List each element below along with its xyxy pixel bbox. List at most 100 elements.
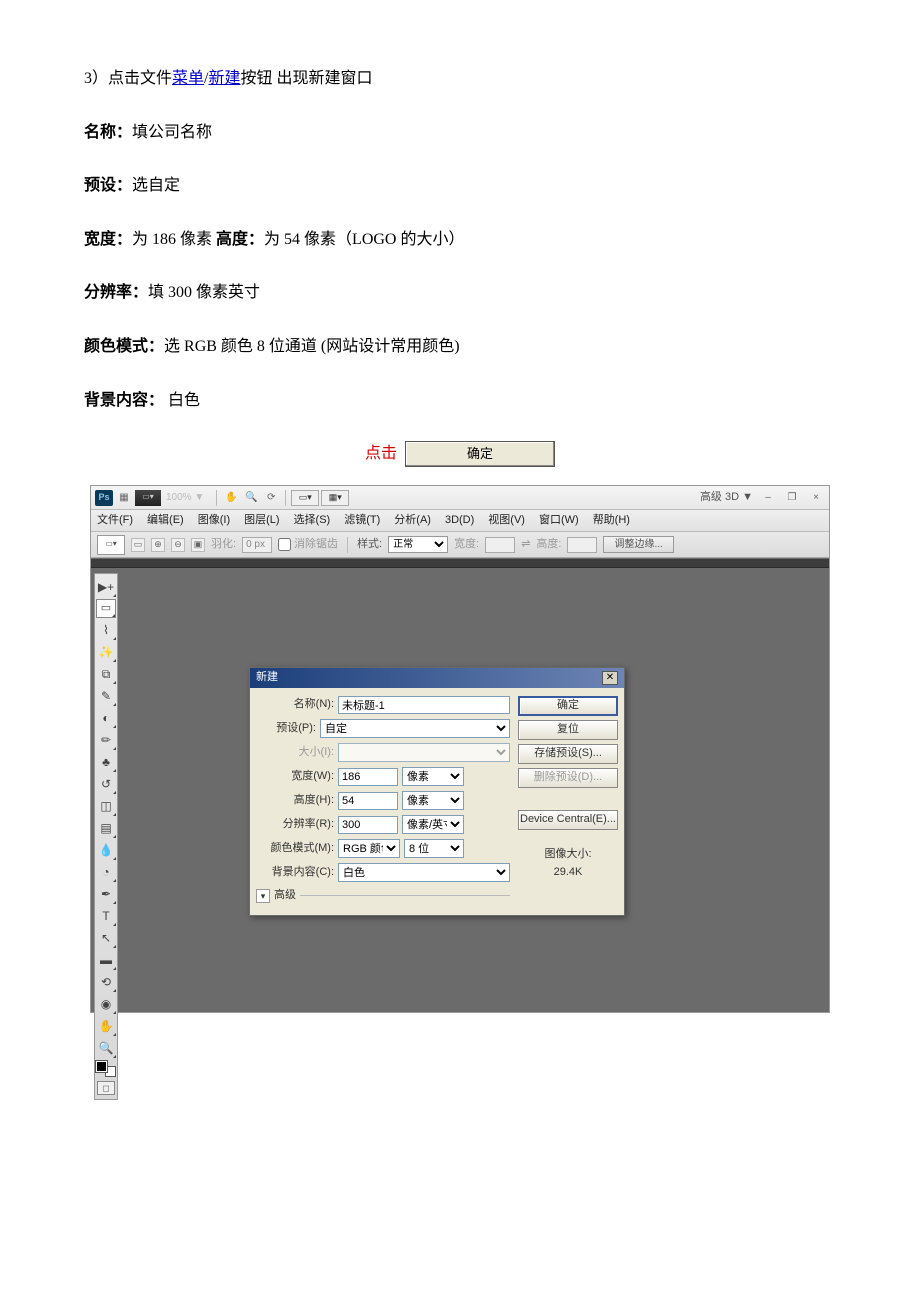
dlg-res-input[interactable] <box>338 816 398 834</box>
dialog-title-text: 新建 <box>256 669 278 687</box>
dlg-height-input[interactable] <box>338 792 398 810</box>
restore-icon[interactable]: ❐ <box>783 490 801 506</box>
move-tool-icon[interactable]: ▶+ <box>96 577 116 597</box>
menu-3d[interactable]: 3D(D) <box>445 512 474 530</box>
eyedropper-tool-icon[interactable]: ✎ <box>96 686 116 706</box>
menu-bar: 文件(F) 编辑(E) 图像(I) 图层(L) 选择(S) 滤镜(T) 分析(A… <box>91 510 829 532</box>
opt-height-input[interactable] <box>567 537 597 553</box>
close-icon[interactable]: × <box>807 490 825 506</box>
name-line: 名称：填公司名称 <box>84 120 836 146</box>
subtract-selection-icon[interactable]: ⊖ <box>171 538 185 552</box>
tool-preset-picker[interactable]: ▭▾ <box>97 535 125 555</box>
style-label: 样式: <box>357 536 382 554</box>
dlg-ok-button[interactable]: 确定 <box>518 696 618 716</box>
click-text: 点击 <box>365 441 397 467</box>
advanced-toggle[interactable]: ▾ <box>256 889 270 903</box>
type-tool-icon[interactable]: T <box>96 906 116 926</box>
screen-mode2-dropdown[interactable]: ▦▾ <box>321 490 349 506</box>
opt-height-label: 高度: <box>536 536 561 554</box>
dodge-tool-icon[interactable]: ◔ <box>96 862 116 882</box>
menu-help[interactable]: 帮助(H) <box>593 512 630 530</box>
divider <box>285 490 286 506</box>
screen-mode-dropdown[interactable]: ▭▾ <box>291 490 319 506</box>
eraser-tool-icon[interactable]: ◫ <box>96 796 116 816</box>
menu-edit[interactable]: 编辑(E) <box>147 512 184 530</box>
menu-link[interactable]: 菜单 <box>172 70 204 87</box>
3d-cam-tool-icon[interactable]: ◉ <box>96 994 116 1014</box>
feather-label: 羽化: <box>211 536 236 554</box>
workspace-switcher[interactable]: 高级 3D ▼ <box>700 489 753 507</box>
wand-tool-icon[interactable]: ✨ <box>96 642 116 662</box>
step3-prefix: 3）点击文件 <box>84 70 172 87</box>
rotate-view-icon[interactable]: ⟳ <box>262 490 280 506</box>
intersect-selection-icon[interactable]: ▣ <box>191 538 205 552</box>
lasso-tool-icon[interactable]: ⌇ <box>96 620 116 640</box>
hand-tool-icon[interactable]: ✋ <box>222 490 240 506</box>
doc-arrange-dropdown[interactable]: ▭▾ <box>135 490 161 506</box>
brush-tool-icon[interactable]: ✏ <box>96 730 116 750</box>
link-wh-icon[interactable]: ⇌ <box>521 536 530 554</box>
new-link[interactable]: 新建 <box>208 70 240 87</box>
dlg-height-unit[interactable]: 像素 <box>402 791 464 810</box>
antialias-checkbox[interactable] <box>278 538 291 551</box>
new-document-dialog: 新建 ✕ 名称(N): 预设(P): 自定 <box>249 667 625 916</box>
dialog-close-button[interactable]: ✕ <box>602 671 618 685</box>
menu-file[interactable]: 文件(F) <box>97 512 133 530</box>
bridge-icon[interactable]: ▦ <box>115 490 133 506</box>
healing-tool-icon[interactable]: ◐ <box>96 708 116 728</box>
feather-input[interactable] <box>242 537 272 553</box>
shape-tool-icon[interactable]: ▬ <box>96 950 116 970</box>
dlg-width-unit[interactable]: 像素 <box>402 767 464 786</box>
dlg-width-input[interactable] <box>338 768 398 786</box>
history-brush-icon[interactable]: ↺ <box>96 774 116 794</box>
dlg-device-central-button[interactable]: Device Central(E)... <box>518 810 618 830</box>
zoom-level[interactable]: 100% ▼ <box>163 490 207 506</box>
dlg-reset-button[interactable]: 复位 <box>518 720 618 740</box>
dlg-bg-select[interactable]: 白色 <box>338 863 510 882</box>
zoom-tool2-icon[interactable]: 🔍 <box>96 1038 116 1058</box>
add-selection-icon[interactable]: ⊕ <box>151 538 165 552</box>
menu-filter[interactable]: 滤镜(T) <box>344 512 380 530</box>
dlg-save-preset-button[interactable]: 存储预设(S)... <box>518 744 618 764</box>
hand-tool2-icon[interactable]: ✋ <box>96 1016 116 1036</box>
style-select[interactable]: 正常 <box>388 536 448 553</box>
new-selection-icon[interactable]: ▭ <box>131 538 145 552</box>
menu-window[interactable]: 窗口(W) <box>539 512 579 530</box>
ok-button-demo: 确定 <box>405 441 555 467</box>
marquee-tool-icon[interactable]: ▭ <box>96 599 116 618</box>
menu-image[interactable]: 图像(I) <box>198 512 230 530</box>
path-tool-icon[interactable]: ↖ <box>96 928 116 948</box>
menu-select[interactable]: 选择(S) <box>294 512 331 530</box>
dlg-bit-select[interactable]: 8 位 <box>404 839 464 858</box>
pen-tool-icon[interactable]: ✒ <box>96 884 116 904</box>
dlg-name-input[interactable] <box>338 696 510 714</box>
menu-layer[interactable]: 图层(L) <box>244 512 279 530</box>
dlg-size-label: 大小(I): <box>256 744 334 762</box>
opt-width-input[interactable] <box>485 537 515 553</box>
color-swatch[interactable] <box>96 1061 116 1077</box>
gradient-tool-icon[interactable]: ▤ <box>96 818 116 838</box>
dlg-preset-select[interactable]: 自定 <box>320 719 510 738</box>
dlg-color-label: 颜色模式(M): <box>256 840 334 858</box>
dlg-name-label: 名称(N): <box>256 696 334 714</box>
preset-line: 预设：选自定 <box>84 173 836 199</box>
zoom-tool-icon[interactable]: 🔍 <box>242 490 260 506</box>
stamp-tool-icon[interactable]: ♣ <box>96 752 116 772</box>
dialog-titlebar: 新建 ✕ <box>250 668 624 688</box>
dlg-res-unit[interactable]: 像素/英寸 <box>402 815 464 834</box>
divider <box>216 490 217 506</box>
menu-view[interactable]: 视图(V) <box>488 512 525 530</box>
dims-line: 宽度：为 186 像素 高度：为 54 像素（LOGO 的大小） <box>84 227 836 253</box>
divider <box>347 537 348 553</box>
crop-tool-icon[interactable]: ⧉ <box>96 664 116 684</box>
minimize-icon[interactable]: – <box>759 490 777 506</box>
resolution-line: 分辨率：填 300 像素英寸 <box>84 280 836 306</box>
blur-tool-icon[interactable]: 💧 <box>96 840 116 860</box>
opt-width-label: 宽度: <box>454 536 479 554</box>
menu-analysis[interactable]: 分析(A) <box>394 512 431 530</box>
quick-mask-icon[interactable]: ◻ <box>97 1081 115 1095</box>
dlg-bg-label: 背景内容(C): <box>256 864 334 882</box>
refine-edge-button[interactable]: 调整边缘... <box>603 536 673 553</box>
3d-tool-icon[interactable]: ⟲ <box>96 972 116 992</box>
dlg-color-select[interactable]: RGB 颜色 <box>338 839 400 858</box>
